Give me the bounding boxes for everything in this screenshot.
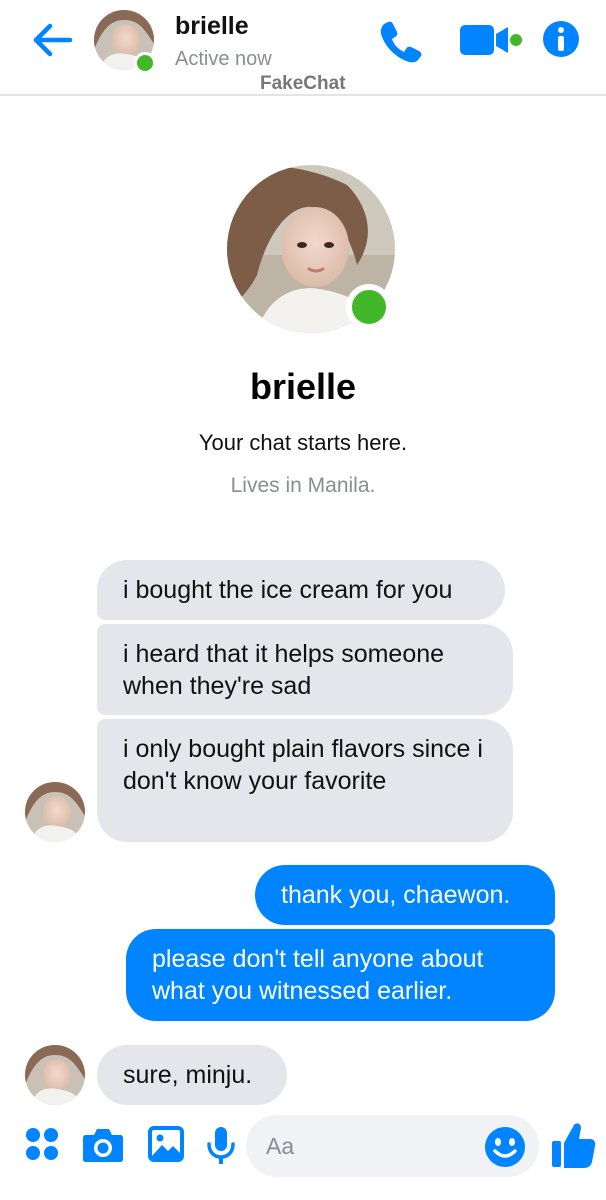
- watermark-text: FakeChat: [260, 73, 346, 94]
- image-icon[interactable]: [147, 1125, 185, 1163]
- sender-avatar[interactable]: [25, 782, 85, 842]
- microphone-icon[interactable]: [206, 1126, 236, 1166]
- contact-name[interactable]: brielle: [175, 12, 249, 41]
- online-indicator: [134, 52, 156, 74]
- info-icon[interactable]: [542, 20, 580, 58]
- back-arrow-icon[interactable]: [30, 20, 74, 60]
- online-indicator-large: [346, 284, 392, 330]
- apps-grid-icon[interactable]: [24, 1126, 60, 1162]
- active-status: Active now: [175, 48, 272, 70]
- location-text: Lives in Manila.: [230, 474, 376, 497]
- message-bubble-incoming[interactable]: i only bought plain flavors since i don'…: [97, 719, 513, 842]
- message-bubble-incoming[interactable]: i heard that it helps someone when they'…: [97, 624, 513, 715]
- emoji-icon[interactable]: [484, 1126, 526, 1168]
- message-bubble-incoming[interactable]: sure, minju.: [97, 1045, 287, 1105]
- sender-avatar[interactable]: [25, 1045, 85, 1105]
- camera-icon[interactable]: [82, 1126, 124, 1164]
- profile-name: brielle: [249, 366, 357, 407]
- chat-start-text: Your chat starts here.: [198, 430, 408, 455]
- video-camera-icon[interactable]: [458, 22, 528, 58]
- sender-photo: [25, 782, 85, 842]
- phone-icon[interactable]: [378, 18, 424, 64]
- thumbs-up-icon[interactable]: [550, 1121, 596, 1169]
- sender-photo: [25, 1045, 85, 1105]
- message-bubble-incoming[interactable]: i bought the ice cream for you: [97, 560, 505, 620]
- chat-header: brielle Active now FakeChat: [0, 0, 606, 96]
- message-bubble-outgoing[interactable]: thank you, chaewon.: [255, 865, 555, 925]
- message-bubble-outgoing[interactable]: please don't tell anyone about what you …: [126, 929, 555, 1021]
